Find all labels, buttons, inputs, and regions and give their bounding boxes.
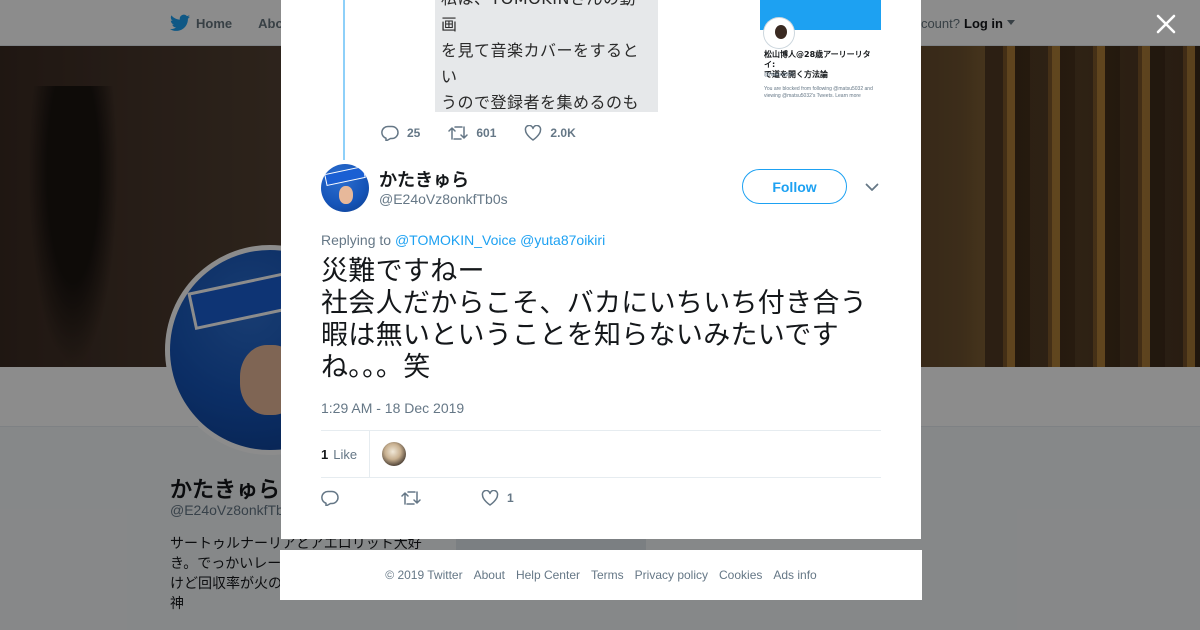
reply-icon <box>321 490 339 506</box>
heart-icon <box>481 490 499 506</box>
reply-button[interactable] <box>321 490 401 506</box>
retweet-button[interactable] <box>401 490 481 506</box>
footer-link-cookies[interactable]: Cookies <box>719 568 762 582</box>
card-handle: @matsu5032 <box>764 72 794 78</box>
liker-avatar[interactable] <box>382 442 406 466</box>
tweet-actions: 1 <box>321 486 561 510</box>
likes-stat[interactable]: 1 Like <box>321 431 370 477</box>
footer-link-terms[interactable]: Terms <box>591 568 624 582</box>
quoted-image-profile-card[interactable]: 松山博人@28歳アーリーリタイ: で道を開く方法論 @matsu5032 You… <box>760 0 881 112</box>
tweet-menu-button[interactable] <box>863 178 881 196</box>
thread-connector <box>343 0 345 160</box>
quoted-image-screenshot[interactable]: 私は、TOMOKINさんの動画 を見て音楽カバーをするとい うので登録者を集める… <box>435 0 658 112</box>
quoted-image-text: 私は、TOMOKINさんの動画 を見て音楽カバーをするとい うので登録者を集める… <box>441 0 640 112</box>
card-blocked-text: You are blocked from following @matsu503… <box>764 86 873 99</box>
tweet-timestamp[interactable]: 1:29 AM - 18 Dec 2019 <box>321 400 464 416</box>
footer-copyright: © 2019 Twitter <box>385 568 463 582</box>
author-name[interactable]: かたきゅら <box>379 166 469 192</box>
mention-link[interactable]: @yuta87oikiri <box>520 232 605 248</box>
reply-count: 25 <box>407 126 421 140</box>
replying-prefix: Replying to <box>321 232 392 248</box>
likes-stat-count: 1 <box>321 446 329 462</box>
close-modal-button[interactable] <box>1152 10 1180 38</box>
footer-link-ads-info[interactable]: Ads info <box>773 568 816 582</box>
likes-stat-label: Like <box>333 446 358 462</box>
footer-link-help-center[interactable]: Help Center <box>516 568 580 582</box>
footer: © 2019 Twitter About Help Center Terms P… <box>280 550 922 600</box>
retweet-icon <box>448 126 469 140</box>
chevron-down-icon <box>865 183 879 191</box>
like-button[interactable]: 1 <box>481 490 561 506</box>
reply-action[interactable]: 25 <box>381 125 420 141</box>
mention-link[interactable]: @TOMOKIN_Voice <box>395 232 516 248</box>
heart-icon <box>525 125 542 141</box>
close-icon <box>1156 14 1176 34</box>
reply-icon <box>381 125 399 141</box>
retweet-count: 601 <box>476 126 497 140</box>
footer-link-privacy-policy[interactable]: Privacy policy <box>635 568 708 582</box>
retweet-icon <box>401 491 421 505</box>
card-avatar <box>764 18 794 48</box>
tweet-modal: 私は、TOMOKINさんの動画 を見て音楽カバーをするとい うので登録者を集める… <box>281 0 921 539</box>
footer-link-about[interactable]: About <box>474 568 505 582</box>
quoted-tweet-actions: 25 601 2.0K <box>381 122 604 144</box>
follow-button[interactable]: Follow <box>742 169 847 204</box>
author-avatar[interactable] <box>321 164 369 212</box>
retweet-action[interactable]: 601 <box>448 125 496 141</box>
tweet-text: 災難ですねー 社会人だからこそ、バカにいちいち付き合う暇は無いということを知らな… <box>321 256 867 383</box>
like-action[interactable]: 2.0K <box>524 125 576 141</box>
tweet-author: かたきゅら @E24oVz8onkfTb0s Follow <box>321 164 881 214</box>
author-handle[interactable]: @E24oVz8onkfTb0s <box>379 191 508 207</box>
replying-to: Replying to @TOMOKIN_Voice @yuta87oikiri <box>321 232 605 248</box>
like-count: 2.0K <box>550 126 576 140</box>
like-button-count: 1 <box>507 491 514 505</box>
tweet-stats: 1 Like <box>321 430 881 478</box>
